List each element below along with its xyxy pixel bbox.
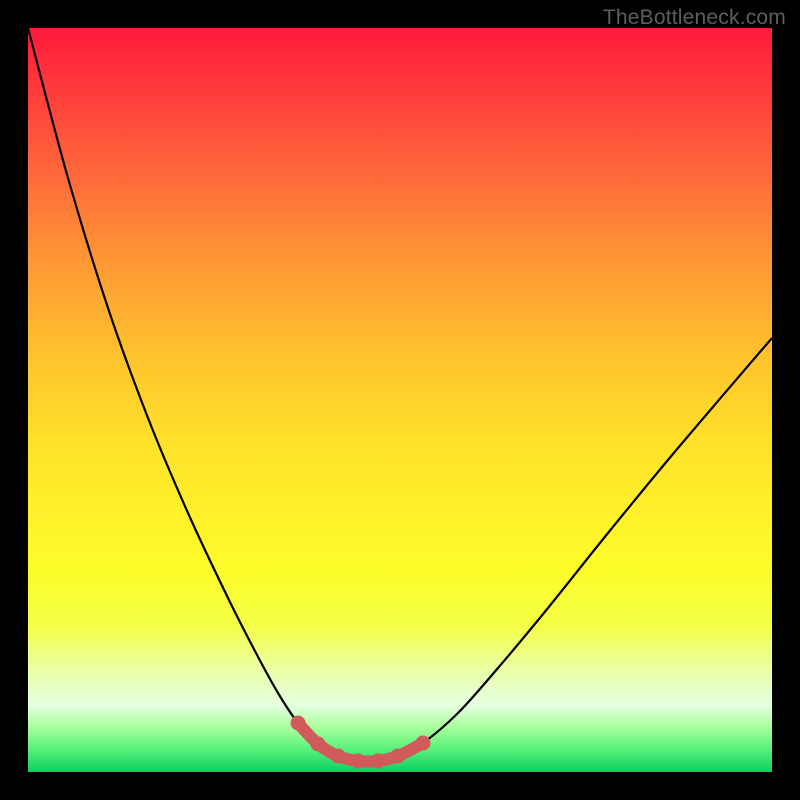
- highlight-dot: [391, 749, 406, 764]
- highlight-dot: [331, 749, 346, 764]
- plot-area: [28, 28, 772, 772]
- curve-layer: [28, 28, 772, 772]
- chart-frame: TheBottleneck.com: [0, 0, 800, 800]
- bottleneck-curve: [28, 28, 772, 762]
- highlight-dot: [351, 754, 366, 769]
- highlight-dots: [291, 716, 431, 769]
- highlight-dot: [371, 754, 386, 769]
- highlight-dot: [416, 736, 431, 751]
- highlight-dot: [311, 737, 326, 752]
- watermark-text: TheBottleneck.com: [603, 6, 786, 30]
- highlight-dot: [291, 716, 306, 731]
